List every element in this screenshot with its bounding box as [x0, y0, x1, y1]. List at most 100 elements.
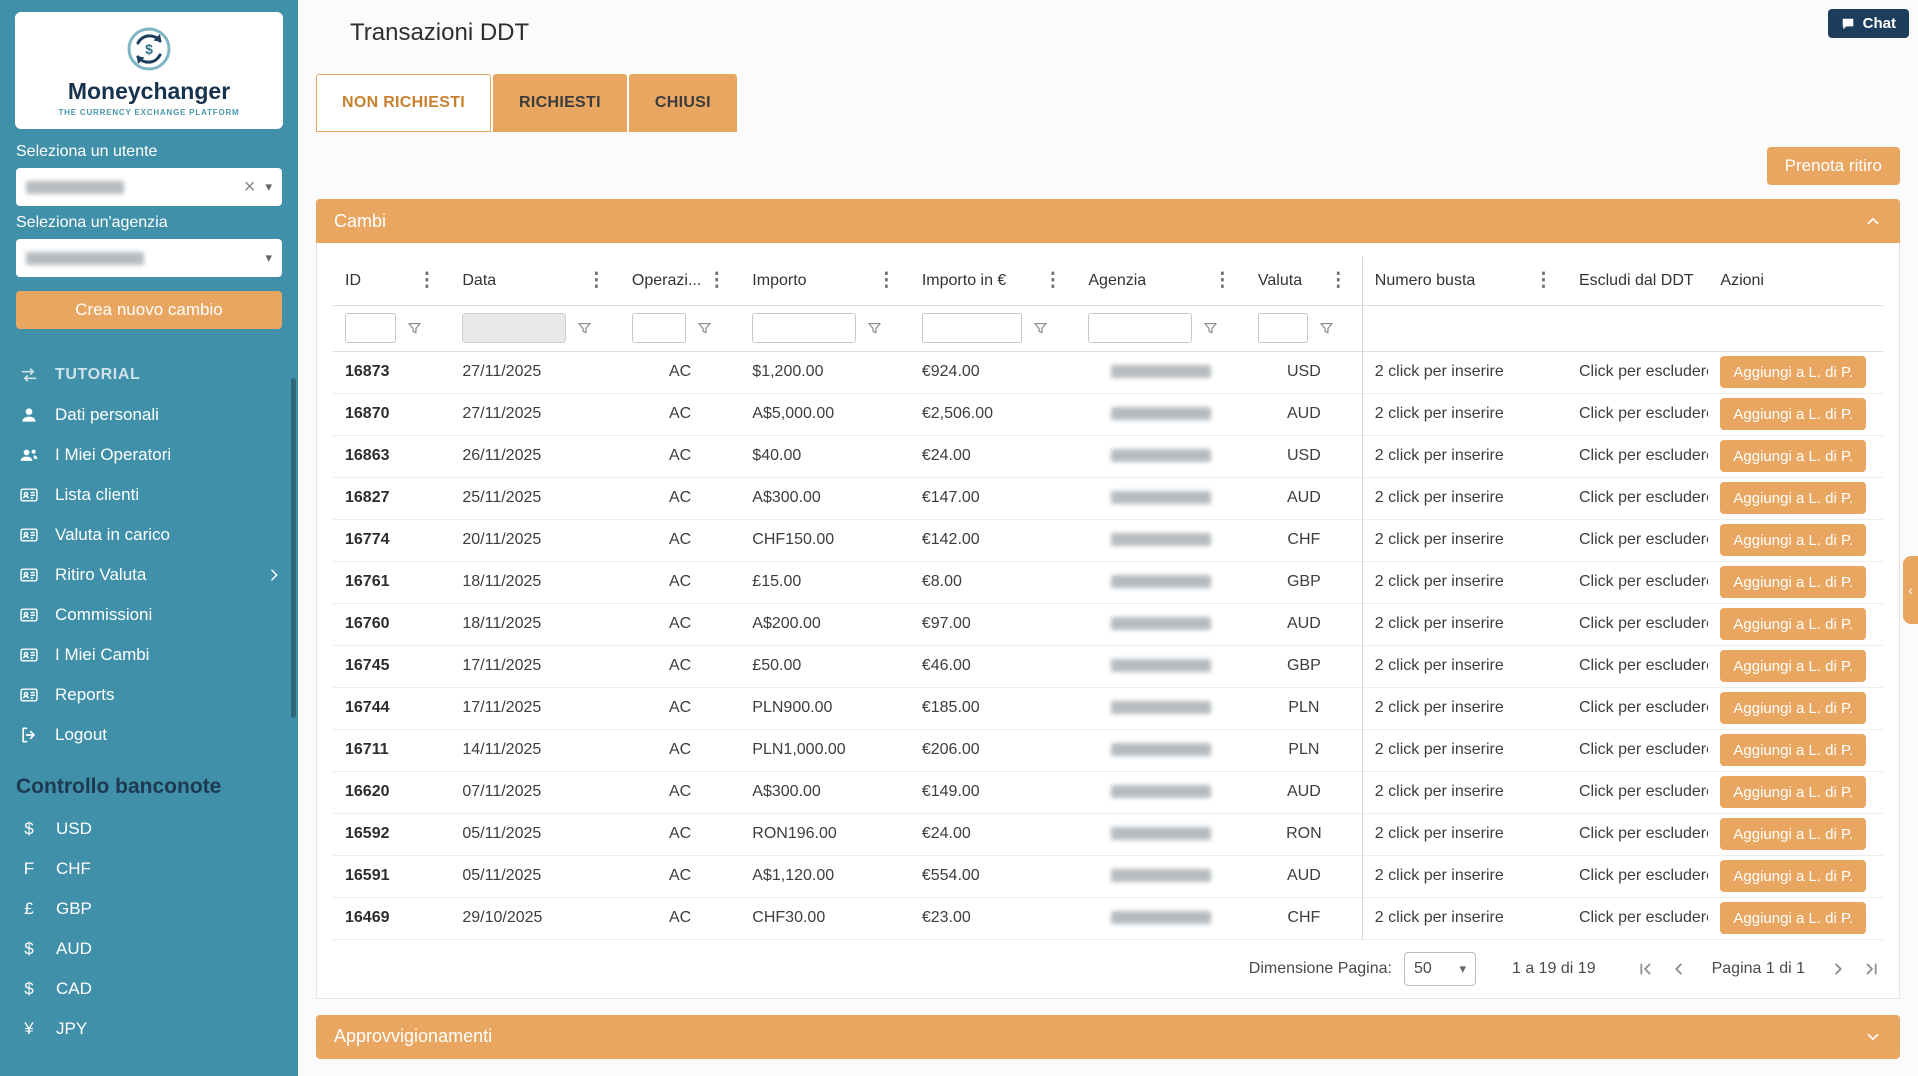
column-header-importo_eur[interactable]: Importo in €⋮	[910, 257, 1077, 305]
column-header-valuta[interactable]: Valuta⋮	[1246, 257, 1362, 305]
column-menu-icon[interactable]: ⋮	[1532, 269, 1555, 292]
tab-non-richiesti[interactable]: NON RICHIESTI	[316, 74, 491, 132]
chevron-down-icon[interactable]: ▾	[265, 179, 272, 195]
prenota-ritiro-button[interactable]: Prenota ritiro	[1767, 147, 1900, 185]
page-size-select[interactable]: 50 ▾	[1404, 952, 1476, 986]
add-to-ldp-button[interactable]: Aggiungi a L. di P.	[1720, 482, 1866, 514]
cell-escludi[interactable]: Click per escludere	[1567, 561, 1708, 603]
sidebar-item-tutorial[interactable]: TUTORIAL	[0, 355, 298, 395]
currency-item-chf[interactable]: FCHF	[0, 849, 298, 889]
chevron-down-icon[interactable]: ▾	[265, 250, 272, 266]
previous-page-icon[interactable]	[1668, 958, 1690, 980]
cell-numero_busta[interactable]: 2 click per inserire	[1362, 351, 1567, 393]
agency-select[interactable]: ▾	[16, 239, 282, 277]
add-to-ldp-button[interactable]: Aggiungi a L. di P.	[1720, 440, 1866, 472]
column-menu-icon[interactable]: ⋮	[585, 269, 608, 292]
cell-escludi[interactable]: Click per escludere	[1567, 729, 1708, 771]
cell-escludi[interactable]: Click per escludere	[1567, 351, 1708, 393]
cell-escludi[interactable]: Click per escludere	[1567, 897, 1708, 939]
tab-chiusi[interactable]: CHIUSI	[629, 74, 737, 132]
cell-escludi[interactable]: Click per escludere	[1567, 435, 1708, 477]
column-header-escludi[interactable]: Escludi dal DDT	[1567, 257, 1708, 305]
cambi-panel-header[interactable]: Cambi	[316, 199, 1900, 243]
cell-numero_busta[interactable]: 2 click per inserire	[1362, 477, 1567, 519]
filter-input-valuta[interactable]	[1258, 313, 1308, 343]
filter-icon[interactable]	[1032, 320, 1049, 337]
approvvigionamenti-header[interactable]: Approvvigionamenti	[316, 1015, 1900, 1059]
add-to-ldp-button[interactable]: Aggiungi a L. di P.	[1720, 356, 1866, 388]
column-menu-icon[interactable]: ⋮	[1327, 269, 1350, 292]
currency-item-gbp[interactable]: £GBP	[0, 889, 298, 929]
cell-numero_busta[interactable]: 2 click per inserire	[1362, 603, 1567, 645]
sidebar-scrollbar[interactable]	[291, 378, 296, 718]
sidebar-item-i-miei-operatori[interactable]: I Miei Operatori	[0, 435, 298, 475]
currency-item-aud[interactable]: $AUD	[0, 929, 298, 969]
filter-input-importo[interactable]	[752, 313, 856, 343]
cell-numero_busta[interactable]: 2 click per inserire	[1362, 771, 1567, 813]
sidebar-item-reports[interactable]: Reports	[0, 675, 298, 715]
add-to-ldp-button[interactable]: Aggiungi a L. di P.	[1720, 650, 1866, 682]
next-page-icon[interactable]	[1827, 958, 1849, 980]
filter-input-data[interactable]	[462, 313, 566, 343]
add-to-ldp-button[interactable]: Aggiungi a L. di P.	[1720, 860, 1866, 892]
sidebar-item-commissioni[interactable]: Commissioni	[0, 595, 298, 635]
cell-escludi[interactable]: Click per escludere	[1567, 645, 1708, 687]
cell-numero_busta[interactable]: 2 click per inserire	[1362, 687, 1567, 729]
column-header-op[interactable]: Operazi...⋮	[620, 257, 740, 305]
column-header-data[interactable]: Data⋮	[450, 257, 620, 305]
last-page-icon[interactable]	[1861, 958, 1883, 980]
add-to-ldp-button[interactable]: Aggiungi a L. di P.	[1720, 524, 1866, 556]
cell-escludi[interactable]: Click per escludere	[1567, 813, 1708, 855]
currency-item-cad[interactable]: $CAD	[0, 969, 298, 1009]
cell-escludi[interactable]: Click per escludere	[1567, 855, 1708, 897]
column-header-id[interactable]: ID⋮	[333, 257, 450, 305]
filter-icon[interactable]	[866, 320, 883, 337]
currency-item-usd[interactable]: $USD	[0, 809, 298, 849]
sidebar-item-lista-clienti[interactable]: Lista clienti	[0, 475, 298, 515]
column-menu-icon[interactable]: ⋮	[1211, 269, 1234, 292]
cell-numero_busta[interactable]: 2 click per inserire	[1362, 393, 1567, 435]
tab-richiesti[interactable]: RICHIESTI	[493, 74, 627, 132]
column-menu-icon[interactable]: ⋮	[705, 269, 728, 292]
add-to-ldp-button[interactable]: Aggiungi a L. di P.	[1720, 608, 1866, 640]
clear-icon[interactable]: ×	[244, 177, 256, 197]
cell-numero_busta[interactable]: 2 click per inserire	[1362, 729, 1567, 771]
filter-icon[interactable]	[1318, 320, 1335, 337]
column-menu-icon[interactable]: ⋮	[1041, 269, 1064, 292]
add-to-ldp-button[interactable]: Aggiungi a L. di P.	[1720, 776, 1866, 808]
add-to-ldp-button[interactable]: Aggiungi a L. di P.	[1720, 734, 1866, 766]
cell-escludi[interactable]: Click per escludere	[1567, 771, 1708, 813]
chat-button[interactable]: Chat	[1828, 9, 1909, 38]
cell-escludi[interactable]: Click per escludere	[1567, 687, 1708, 729]
cell-escludi[interactable]: Click per escludere	[1567, 603, 1708, 645]
sidebar-item-dati-personali[interactable]: Dati personali	[0, 395, 298, 435]
column-menu-icon[interactable]: ⋮	[875, 269, 898, 292]
cell-numero_busta[interactable]: 2 click per inserire	[1362, 855, 1567, 897]
sidebar-item-valuta-in-carico[interactable]: Valuta in carico	[0, 515, 298, 555]
cell-escludi[interactable]: Click per escludere	[1567, 477, 1708, 519]
add-to-ldp-button[interactable]: Aggiungi a L. di P.	[1720, 902, 1866, 934]
cell-numero_busta[interactable]: 2 click per inserire	[1362, 561, 1567, 603]
sidebar-item-i-miei-cambi[interactable]: I Miei Cambi	[0, 635, 298, 675]
add-to-ldp-button[interactable]: Aggiungi a L. di P.	[1720, 398, 1866, 430]
filter-icon[interactable]	[406, 320, 423, 337]
add-to-ldp-button[interactable]: Aggiungi a L. di P.	[1720, 566, 1866, 598]
column-header-importo[interactable]: Importo⋮	[740, 257, 910, 305]
filter-icon[interactable]	[576, 320, 593, 337]
currency-item-jpy[interactable]: ¥JPY	[0, 1009, 298, 1049]
filter-input-importo_eur[interactable]	[922, 313, 1023, 343]
cell-numero_busta[interactable]: 2 click per inserire	[1362, 435, 1567, 477]
filter-input-agenzia[interactable]	[1088, 313, 1192, 343]
sidebar-item-ritiro-valuta[interactable]: Ritiro Valuta	[0, 555, 298, 595]
sidebar-item-logout[interactable]: Logout	[0, 715, 298, 755]
chevron-up-icon[interactable]	[1864, 212, 1882, 230]
column-menu-icon[interactable]: ⋮	[415, 269, 438, 292]
cell-numero_busta[interactable]: 2 click per inserire	[1362, 897, 1567, 939]
filter-input-op[interactable]	[632, 313, 686, 343]
filter-input-id[interactable]	[345, 313, 396, 343]
cell-numero_busta[interactable]: 2 click per inserire	[1362, 813, 1567, 855]
user-select[interactable]: × ▾	[16, 168, 282, 206]
filter-icon[interactable]	[1202, 320, 1219, 337]
create-cambio-button[interactable]: Crea nuovo cambio	[16, 291, 282, 329]
column-header-numero_busta[interactable]: Numero busta⋮	[1362, 257, 1567, 305]
